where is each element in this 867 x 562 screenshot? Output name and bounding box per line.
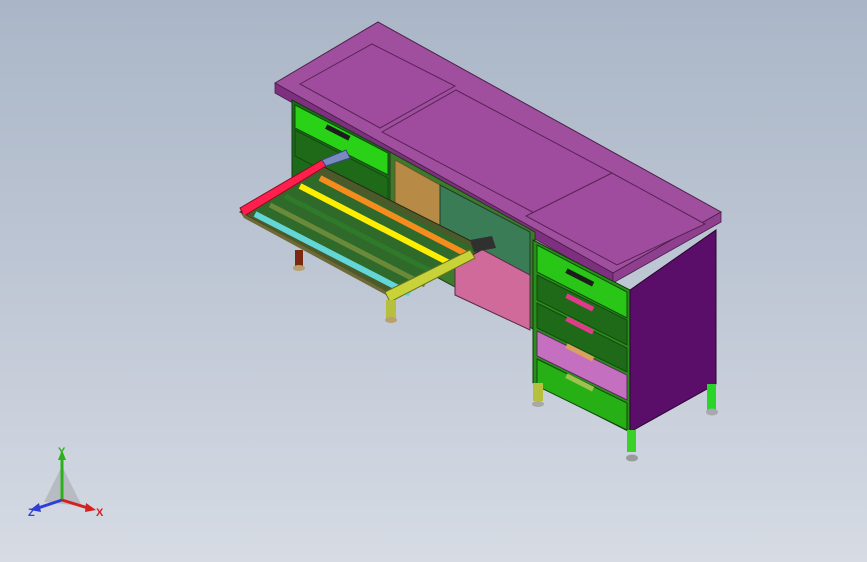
right-front-right-leg xyxy=(627,430,636,452)
workbench-model[interactable] xyxy=(0,0,867,562)
right-front-right-foot xyxy=(626,454,638,462)
y-axis-label: Y xyxy=(58,446,66,458)
x-axis-arrow-icon xyxy=(85,503,96,512)
x-axis-label: X xyxy=(96,507,104,519)
orientation-triad[interactable]: Y X Z xyxy=(22,446,112,526)
left-back-foot xyxy=(293,265,305,271)
right-front-left-foot xyxy=(532,401,544,407)
right-back-leg xyxy=(707,384,716,410)
z-axis-label: Z xyxy=(28,507,35,519)
right-front-left-leg xyxy=(533,383,543,401)
rack-leg xyxy=(386,300,396,318)
cad-viewport[interactable]: Y X Z xyxy=(0,0,867,562)
right-back-foot xyxy=(706,408,718,416)
rack-foot xyxy=(385,317,397,323)
